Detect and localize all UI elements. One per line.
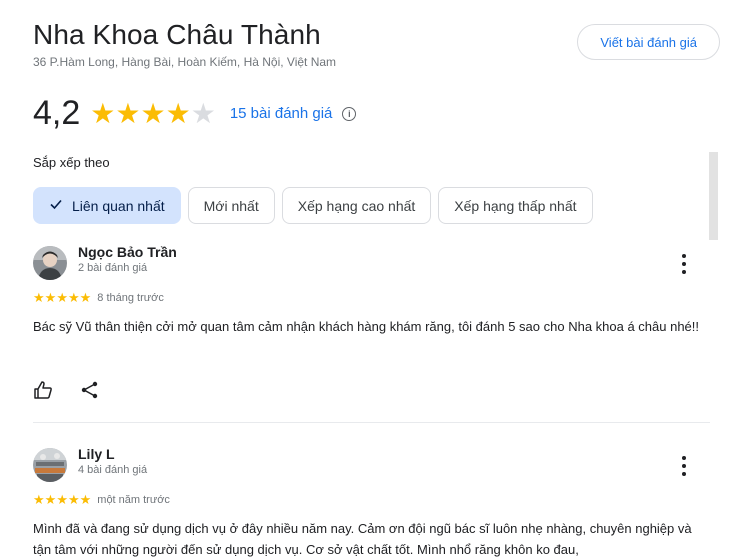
review-stars: ★★★★★	[33, 491, 91, 509]
star-filled-icon: ★	[90, 97, 116, 129]
avatar[interactable]	[33, 246, 67, 280]
review-count-link[interactable]: 15 bài đánh giá	[230, 105, 333, 122]
star-filled-icon: ★	[44, 290, 57, 305]
avatar[interactable]	[33, 448, 67, 482]
rating-summary: 4,2 ★ ★ ★ ★ ★ 15 bài đánh giá i	[33, 94, 357, 133]
write-review-button[interactable]: Viết bài đánh giá	[577, 24, 720, 60]
review-rating: ★★★★★ 8 tháng trước	[33, 289, 164, 307]
star-filled-icon: ★	[56, 290, 68, 305]
check-icon	[49, 197, 63, 214]
star-filled-icon: ★	[79, 492, 92, 507]
star-filled-icon: ★	[165, 97, 191, 129]
review-time: một năm trước	[97, 494, 170, 506]
sort-chip-newest[interactable]: Mới nhất	[187, 187, 275, 224]
reviewer-review-count: 2 bài đánh giá	[78, 262, 148, 274]
reviewer-name[interactable]: Lily L	[78, 446, 115, 462]
share-icon[interactable]	[80, 380, 100, 400]
thumb-up-icon[interactable]	[33, 380, 53, 400]
sort-label: Sắp xếp theo	[33, 155, 110, 170]
info-icon[interactable]: i	[342, 106, 357, 121]
star-filled-icon: ★	[33, 290, 45, 305]
business-header: Nha Khoa Châu Thành 36 P.Hàm Long, Hàng …	[33, 18, 720, 78]
sort-chip-label: Liên quan nhất	[72, 197, 165, 214]
star-filled-icon: ★	[115, 97, 141, 129]
average-rating: 4,2	[33, 94, 81, 132]
more-vert-icon[interactable]	[680, 254, 688, 274]
star-filled-icon: ★	[67, 492, 80, 507]
sort-chip-lowest[interactable]: Xếp hạng thấp nhất	[438, 187, 593, 224]
sort-chip-label: Mới nhất	[203, 197, 259, 214]
star-empty-icon: ★	[190, 97, 216, 129]
scrollbar-thumb[interactable]	[709, 152, 718, 240]
star-filled-icon: ★	[56, 492, 68, 507]
review-actions	[33, 380, 127, 400]
sort-chip-highest[interactable]: Xếp hạng cao nhất	[281, 187, 432, 224]
review-time: 8 tháng trước	[97, 292, 164, 304]
review-rating: ★★★★★ một năm trước	[33, 491, 170, 509]
sort-chip-label: Xếp hạng cao nhất	[297, 197, 416, 214]
reviewer-name[interactable]: Ngọc Bảo Trần	[78, 244, 177, 260]
sort-chip-relevant[interactable]: Liên quan nhất	[33, 187, 181, 224]
review-text: Bác sỹ Vũ thân thiện cởi mở quan tâm cảm…	[33, 319, 700, 334]
review-divider	[33, 422, 710, 423]
sort-chip-label: Xếp hạng thấp nhất	[454, 197, 577, 214]
star-filled-icon: ★	[33, 492, 45, 507]
review-text: Mình đã và đang sử dụng dịch vụ ở đây nh…	[33, 521, 692, 557]
star-filled-icon: ★	[44, 492, 57, 507]
reviewer-review-count: 4 bài đánh giá	[78, 464, 148, 476]
star-filled-icon: ★	[67, 290, 80, 305]
star-filled-icon: ★	[140, 97, 166, 129]
star-filled-icon: ★	[79, 290, 92, 305]
more-vert-icon[interactable]	[680, 456, 688, 476]
sort-chips: Liên quan nhất Mới nhất Xếp hạng cao nhấ…	[33, 187, 600, 224]
rating-stars: ★ ★ ★ ★ ★	[90, 97, 216, 129]
review-stars: ★★★★★	[33, 289, 91, 307]
